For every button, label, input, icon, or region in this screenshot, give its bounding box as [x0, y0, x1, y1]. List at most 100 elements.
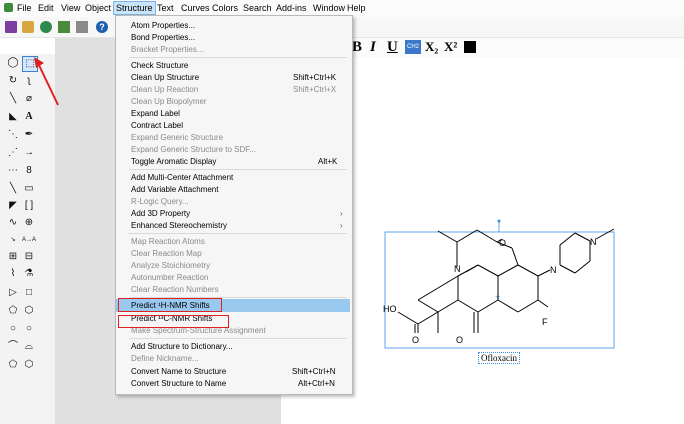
menu-add-ins[interactable]: Add-ins — [276, 3, 307, 14]
ofloxacin-structure[interactable]: + O N N N HO F O O — [370, 215, 620, 365]
text-tool-icon[interactable]: A — [22, 110, 36, 124]
atom-n-ring: N — [454, 264, 461, 274]
menu-separator — [129, 57, 347, 58]
menu-item-contract-label[interactable]: Contract Label — [131, 120, 183, 131]
underline-button[interactable]: U — [387, 38, 398, 56]
structure-caption[interactable]: Ofloxacin — [478, 352, 520, 364]
shortcut-convert-structure: Alt+Ctrl+N — [298, 379, 335, 388]
menu-item-define-nickname[interactable]: Define Nickname... — [131, 353, 199, 364]
menu-item-analyze-stoichiometry[interactable]: Analyze Stoichiometry — [131, 260, 210, 271]
menu-item-expand-generic-structure[interactable]: Expand Generic Structure — [131, 132, 223, 143]
menu-item-expand-generic-to-sdf[interactable]: Expand Generic Structure to SDF... — [131, 144, 256, 155]
orbital-tool-icon[interactable]: 8 — [22, 164, 36, 178]
cyclooctane-icon[interactable]: ○ — [22, 322, 36, 336]
menu-curves[interactable]: Curves — [181, 3, 210, 14]
menu-edit[interactable]: Edit — [38, 3, 54, 14]
atom-n-methyl: N — [590, 237, 597, 247]
chair-1-icon[interactable]: ⌒ — [6, 340, 20, 354]
new-document-icon[interactable] — [5, 21, 17, 33]
cyclopentadiene-icon[interactable]: ⬠ — [6, 358, 20, 372]
submenu-arrow-icon: › — [340, 209, 343, 218]
subscript-button[interactable]: X₂ — [425, 38, 438, 56]
hash-wedge-icon[interactable]: ⋰ — [6, 146, 20, 160]
query-tool-icon[interactable]: ↘ — [6, 233, 20, 247]
annotation-box-13c-nmr — [118, 315, 229, 328]
submenu-arrow-icon: › — [340, 221, 343, 230]
bold-bond-icon[interactable]: ╲ — [6, 182, 20, 196]
menu-item-bond-properties[interactable]: Bond Properties... — [131, 32, 195, 43]
menu-item-r-logic-query[interactable]: R-Logic Query... — [131, 196, 189, 207]
menu-item-bracket-properties[interactable]: Bracket Properties... — [131, 44, 203, 55]
bold-button[interactable]: B — [352, 38, 362, 56]
cyclobutane-icon[interactable]: □ — [22, 286, 36, 300]
cyclohexane-icon[interactable]: ⬡ — [22, 304, 36, 318]
bold-wedge-icon[interactable]: ◤ — [6, 199, 20, 213]
cycloheptane-icon[interactable]: ○ — [6, 322, 20, 336]
atom-o-ring: O — [499, 238, 506, 248]
menu-item-convert-name-to-structure[interactable]: Convert Name to Structure — [131, 366, 226, 377]
bracket-tool-icon[interactable]: [ ] — [22, 199, 36, 213]
chain-tool-icon[interactable]: ⌇ — [6, 267, 20, 281]
menu-item-clean-up-reaction[interactable]: Clean Up Reaction — [131, 84, 198, 95]
save-icon[interactable] — [58, 21, 70, 33]
annotation-arrow — [34, 57, 59, 106]
menu-item-clear-reaction-numbers[interactable]: Clear Reaction Numbers — [131, 284, 219, 295]
text-color-swatch[interactable] — [464, 41, 476, 53]
menu-item-map-reaction-atoms[interactable]: Map Reaction Atoms — [131, 236, 205, 247]
menu-object[interactable]: Object — [85, 3, 111, 14]
print-icon[interactable] — [76, 21, 88, 33]
menu-item-toggle-aromatic-display[interactable]: Toggle Aromatic Display — [131, 156, 216, 167]
lasso-icon[interactable]: ◯ — [6, 56, 20, 70]
menu-item-check-structure[interactable]: Check Structure — [131, 60, 188, 71]
chair-2-icon[interactable]: ⌓ — [22, 340, 36, 354]
table-tool-icon[interactable]: ⊞ — [6, 250, 20, 264]
open-folder-icon[interactable] — [22, 21, 34, 33]
menu-search[interactable]: Search — [243, 3, 272, 14]
chemical-symbol-icon[interactable]: ⊕ — [22, 216, 36, 230]
tlc-plate-icon[interactable]: ⊟ — [22, 250, 36, 264]
menu-item-clean-up-structure[interactable]: Clean Up Structure — [131, 72, 199, 83]
menu-item-clean-up-biopolymer[interactable]: Clean Up Biopolymer — [131, 96, 207, 107]
italic-button[interactable]: I — [370, 38, 376, 56]
menu-item-clear-reaction-map[interactable]: Clear Reaction Map — [131, 248, 202, 259]
drawing-elements-icon[interactable]: ▭ — [22, 182, 36, 196]
wavy-bond-icon[interactable]: ∿ — [6, 216, 20, 230]
rotate-icon[interactable]: ↻ — [6, 74, 20, 88]
menu-item-convert-structure-to-name[interactable]: Convert Structure to Name — [131, 378, 226, 389]
atom-o-acid: O — [412, 335, 419, 345]
atom-n-piperazine: N — [550, 265, 557, 275]
cyclopentane-icon[interactable]: ⬠ — [6, 304, 20, 318]
menu-window[interactable]: Window — [313, 3, 345, 14]
menu-text[interactable]: Text — [157, 3, 174, 14]
wedge-bond-icon[interactable]: ◣ — [6, 110, 20, 124]
cyclopropane-icon[interactable]: ▷ — [6, 286, 20, 300]
menu-item-enhanced-stereochemistry[interactable]: Enhanced Stereochemistry — [131, 220, 227, 231]
menu-file[interactable]: File — [17, 3, 32, 14]
formula-style-icon[interactable]: CH2 — [405, 40, 421, 54]
menu-colors[interactable]: Colors — [212, 3, 238, 14]
menu-view[interactable]: View — [61, 3, 80, 14]
menu-item-expand-label[interactable]: Expand Label — [131, 108, 180, 119]
reaction-atom-map-icon[interactable]: A→A — [22, 233, 36, 247]
arrow-tool-icon[interactable]: → — [22, 146, 36, 160]
help-icon[interactable]: ? — [96, 21, 108, 33]
menu-item-autonumber-reaction[interactable]: Autonumber Reaction — [131, 272, 208, 283]
menu-structure[interactable]: Structure — [113, 1, 156, 15]
menu-separator — [129, 169, 347, 170]
annotation-box-1h-nmr — [118, 298, 222, 312]
superscript-button[interactable]: X² — [444, 38, 457, 56]
template-tool-icon[interactable]: ⚗ — [22, 267, 36, 281]
menu-item-add-variable-attachment[interactable]: Add Variable Attachment — [131, 184, 218, 195]
hash-bond-icon[interactable]: ⋱ — [6, 128, 20, 142]
menu-item-add-multi-center-attachment[interactable]: Add Multi-Center Attachment — [131, 172, 233, 183]
menu-item-add-3d-property[interactable]: Add 3D Property — [131, 208, 190, 219]
single-bond-icon[interactable]: ╲ — [6, 92, 20, 106]
menu-item-atom-properties[interactable]: Atom Properties... — [131, 20, 195, 31]
menu-item-add-structure-to-dictionary[interactable]: Add Structure to Dictionary... — [131, 341, 233, 352]
menu-help[interactable]: Help — [347, 3, 366, 14]
pen-tool-icon[interactable]: ✒ — [22, 128, 36, 142]
template-icon[interactable] — [40, 21, 52, 33]
app-icon[interactable] — [4, 3, 13, 12]
benzene-icon[interactable]: ⬡ — [22, 358, 36, 372]
dashed-bond-icon[interactable]: ⋯ — [6, 164, 20, 178]
